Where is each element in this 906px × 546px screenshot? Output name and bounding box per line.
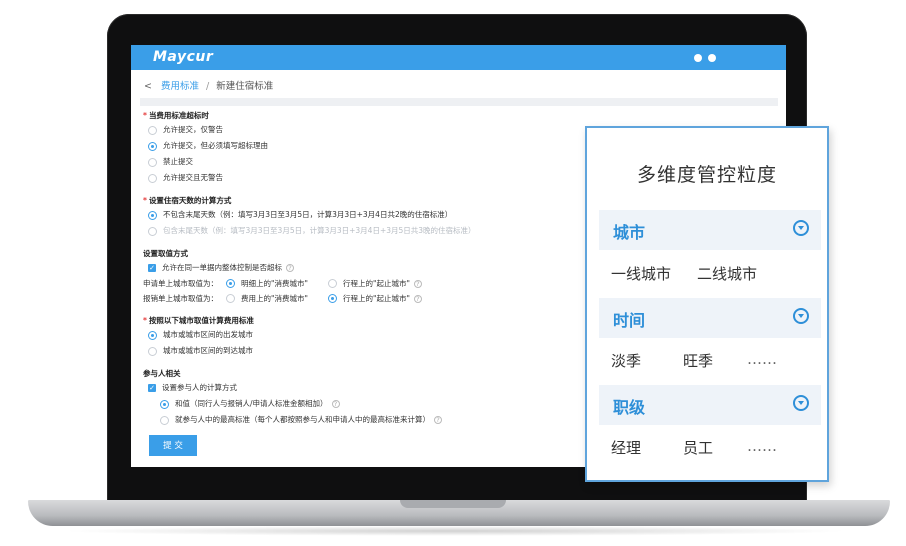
chevron-down-circle-icon[interactable] [793,308,809,324]
radio-selected-icon[interactable] [160,399,169,409]
category-level[interactable]: 职级 [599,385,821,425]
radio-icon[interactable] [148,173,157,183]
back-chevron-icon[interactable]: < [144,81,152,92]
laptop-notch [400,500,506,508]
breadcrumb-separator: / [206,81,210,92]
category-values-city: 一线城市 二线城市 [611,265,758,283]
breadcrumb-current: 新建住宿标准 [216,81,274,92]
category-city[interactable]: 城市 [599,210,821,250]
chevron-down-circle-icon[interactable] [793,220,809,236]
help-icon[interactable]: ? [413,279,422,288]
radio-selected-icon[interactable] [148,141,157,151]
radio-icon[interactable] [148,346,157,356]
window-dot-icon[interactable] [708,54,716,62]
radio-option[interactable]: 行程上的"起止城市"? [323,276,422,291]
submit-button[interactable]: 提 交 [149,435,197,456]
chevron-down-circle-icon[interactable] [793,395,809,411]
breadcrumb: < 费用标准 / 新建住宿标准 [144,78,273,92]
category-time[interactable]: 时间 [599,298,821,338]
panel-title: 多维度管控粒度 [636,164,777,186]
radio-selected-icon[interactable] [226,279,235,288]
help-icon[interactable]: ? [286,264,294,272]
radio-selected-icon[interactable] [328,294,337,303]
category-values-level: 经理 员工 …… [611,437,778,457]
radio-icon[interactable] [328,279,337,288]
checkbox-checked-icon[interactable]: ✓ [148,384,156,392]
header-divider [140,98,778,106]
radio-option[interactable]: 费用上的"消费城市" [221,291,323,306]
window-dot-icon[interactable] [694,54,702,62]
radio-selected-icon[interactable] [148,210,157,220]
laptop-shadow [60,526,850,536]
maycur-logo: Maycur [153,49,214,65]
radio-selected-icon[interactable] [148,330,157,340]
help-icon[interactable]: ? [331,400,340,408]
radio-option[interactable]: 行程上的"起止城市"? [323,291,422,306]
category-values-time: 淡季 旺季 …… [611,350,778,370]
radio-icon[interactable] [160,415,169,425]
radio-icon[interactable] [148,125,157,135]
breadcrumb-parent-link[interactable]: 费用标准 [161,81,199,92]
radio-option[interactable]: 明细上的"消费城市" [221,276,323,291]
help-icon[interactable]: ? [434,416,442,424]
app-header: Maycur [131,45,786,70]
radio-icon[interactable] [226,294,235,303]
radio-icon[interactable] [148,157,157,167]
help-icon[interactable]: ? [413,294,422,303]
section-title-over-limit: * 当费用标准超标时 [143,111,209,120]
radio-icon [148,226,157,236]
checkbox-checked-icon[interactable]: ✓ [148,264,156,272]
control-granularity-panel: 多维度管控粒度 城市 一线城市 二线城市 时间 淡季 旺季 …… 职级 经理 员… [585,126,829,482]
